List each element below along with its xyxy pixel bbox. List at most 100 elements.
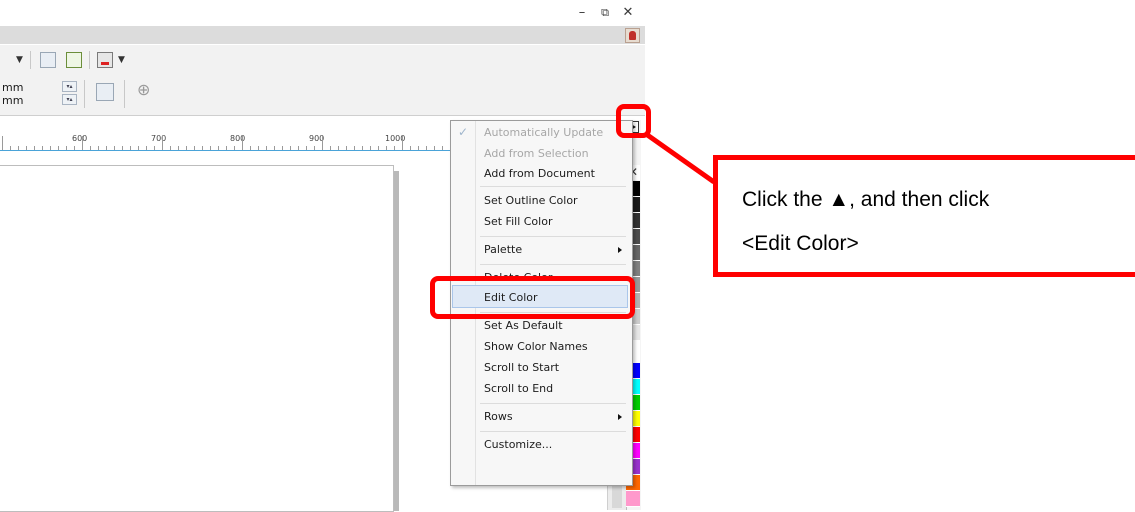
menu-item-customize[interactable]: Customize...	[484, 438, 552, 451]
ruler-tick	[234, 146, 235, 150]
ruler-tick	[82, 136, 83, 150]
ruler-tick	[138, 146, 139, 150]
ruler-tick	[10, 146, 11, 150]
ruler-tick	[434, 146, 435, 150]
dropdown-caret-icon[interactable]: ▼	[118, 55, 125, 65]
toolbar-separator	[84, 80, 85, 108]
ruler-tick	[250, 146, 251, 150]
ruler-tick	[186, 146, 187, 150]
menu-item-palette[interactable]: Palette	[484, 243, 522, 256]
menu-item-scroll-to-start[interactable]: Scroll to Start	[484, 361, 559, 374]
menu-item-rows[interactable]: Rows	[484, 410, 513, 423]
menu-separator	[480, 236, 626, 237]
ruler-tick	[178, 146, 179, 150]
user-icon[interactable]	[625, 28, 640, 43]
spinner-icon[interactable]: ▾▴	[62, 81, 77, 92]
ruler-tick	[242, 136, 243, 150]
ruler-tick	[18, 146, 19, 150]
standard-toolbar: ▼ ▼	[0, 45, 645, 75]
close-button[interactable]: ✕	[621, 6, 635, 20]
menu-item-show-color-names[interactable]: Show Color Names	[484, 340, 588, 353]
ruler-tick	[122, 146, 123, 150]
menu-separator	[480, 403, 626, 404]
menu-separator	[480, 186, 626, 187]
ruler-tick	[50, 146, 51, 150]
ruler-tick	[394, 146, 395, 150]
ruler-tick	[2, 136, 3, 150]
ruler-tick	[282, 146, 283, 150]
minimize-button[interactable]: –	[575, 6, 589, 20]
callout-line-1: Click the ▲, and then click	[742, 188, 990, 211]
ruler-tick	[426, 146, 427, 150]
menu-separator	[480, 264, 626, 265]
ruler-tick	[154, 146, 155, 150]
ruler-tick	[218, 146, 219, 150]
unit-label: mm	[2, 94, 24, 107]
ruler-tick	[322, 136, 323, 150]
menu-item-add-from-selection[interactable]: Add from Selection	[484, 147, 589, 160]
menu-item-set-fill-color[interactable]: Set Fill Color	[484, 215, 552, 228]
toolbar-separator	[30, 51, 31, 69]
spinner-icon[interactable]: ▾▴	[62, 94, 77, 105]
ruler-tick	[66, 146, 67, 150]
color-swatch[interactable]	[626, 491, 640, 507]
launch-icon[interactable]	[97, 52, 113, 68]
menu-separator	[480, 431, 626, 432]
ruler-label: 700	[151, 134, 167, 143]
ruler-tick	[58, 146, 59, 150]
ruler-tick	[338, 146, 339, 150]
ruler-tick	[418, 146, 419, 150]
ruler-tick	[74, 146, 75, 150]
ruler-tick	[266, 146, 267, 150]
annotation-highlight-edit-color	[430, 276, 635, 319]
ruler-tick	[130, 146, 131, 150]
ruler-tick	[106, 146, 107, 150]
menu-item-add-from-document[interactable]: Add from Document	[484, 167, 595, 180]
ruler-tick	[170, 146, 171, 150]
ruler-tick	[26, 146, 27, 150]
ruler-tick	[210, 146, 211, 150]
ruler-tick	[114, 146, 115, 150]
menu-item-scroll-to-end[interactable]: Scroll to End	[484, 382, 553, 395]
import-icon[interactable]	[40, 52, 56, 68]
ruler-tick	[258, 146, 259, 150]
menu-item-automatically-update[interactable]: Automatically Update	[484, 126, 603, 139]
ruler-tick	[442, 146, 443, 150]
ruler-tick	[346, 146, 347, 150]
ruler-tick	[274, 146, 275, 150]
add-icon[interactable]: ⊕	[137, 80, 150, 99]
checkmark-icon: ✓	[458, 125, 469, 139]
ruler-tick	[370, 146, 371, 150]
toolbar-separator	[89, 51, 90, 69]
transform-icon[interactable]	[96, 83, 114, 101]
page-shadow	[394, 171, 399, 511]
ruler-tick	[298, 146, 299, 150]
toolbar-separator	[124, 80, 125, 108]
ruler-tick	[386, 146, 387, 150]
ruler-tick	[330, 146, 331, 150]
restore-button[interactable]: ⧉	[598, 6, 612, 20]
menu-item-set-outline-color[interactable]: Set Outline Color	[484, 194, 578, 207]
ruler-tick	[90, 146, 91, 150]
ruler-tick	[226, 146, 227, 150]
annotation-callout: Click the ▲, and then click <Edit Color>	[713, 155, 1135, 277]
ruler-tick	[290, 146, 291, 150]
menu-item-set-as-default[interactable]: Set As Default	[484, 319, 563, 332]
ruler-tick	[362, 146, 363, 150]
ruler-tick	[34, 146, 35, 150]
ruler-tick	[410, 146, 411, 150]
ruler-label: 600	[72, 134, 88, 143]
unit-label: mm	[2, 81, 24, 94]
ruler-tick	[354, 146, 355, 150]
dropdown-caret-icon[interactable]: ▼	[16, 55, 23, 65]
ruler-tick	[146, 146, 147, 150]
ruler-tick	[314, 146, 315, 150]
ruler-tick	[194, 146, 195, 150]
ruler-tick	[306, 146, 307, 150]
property-bar: mm mm ▾▴ ▾▴ ⊕	[0, 75, 645, 116]
document-page[interactable]	[0, 165, 394, 512]
ruler-tick	[202, 146, 203, 150]
ruler-tick	[378, 146, 379, 150]
ruler-tick	[402, 136, 403, 150]
options-icon[interactable]	[66, 52, 82, 68]
